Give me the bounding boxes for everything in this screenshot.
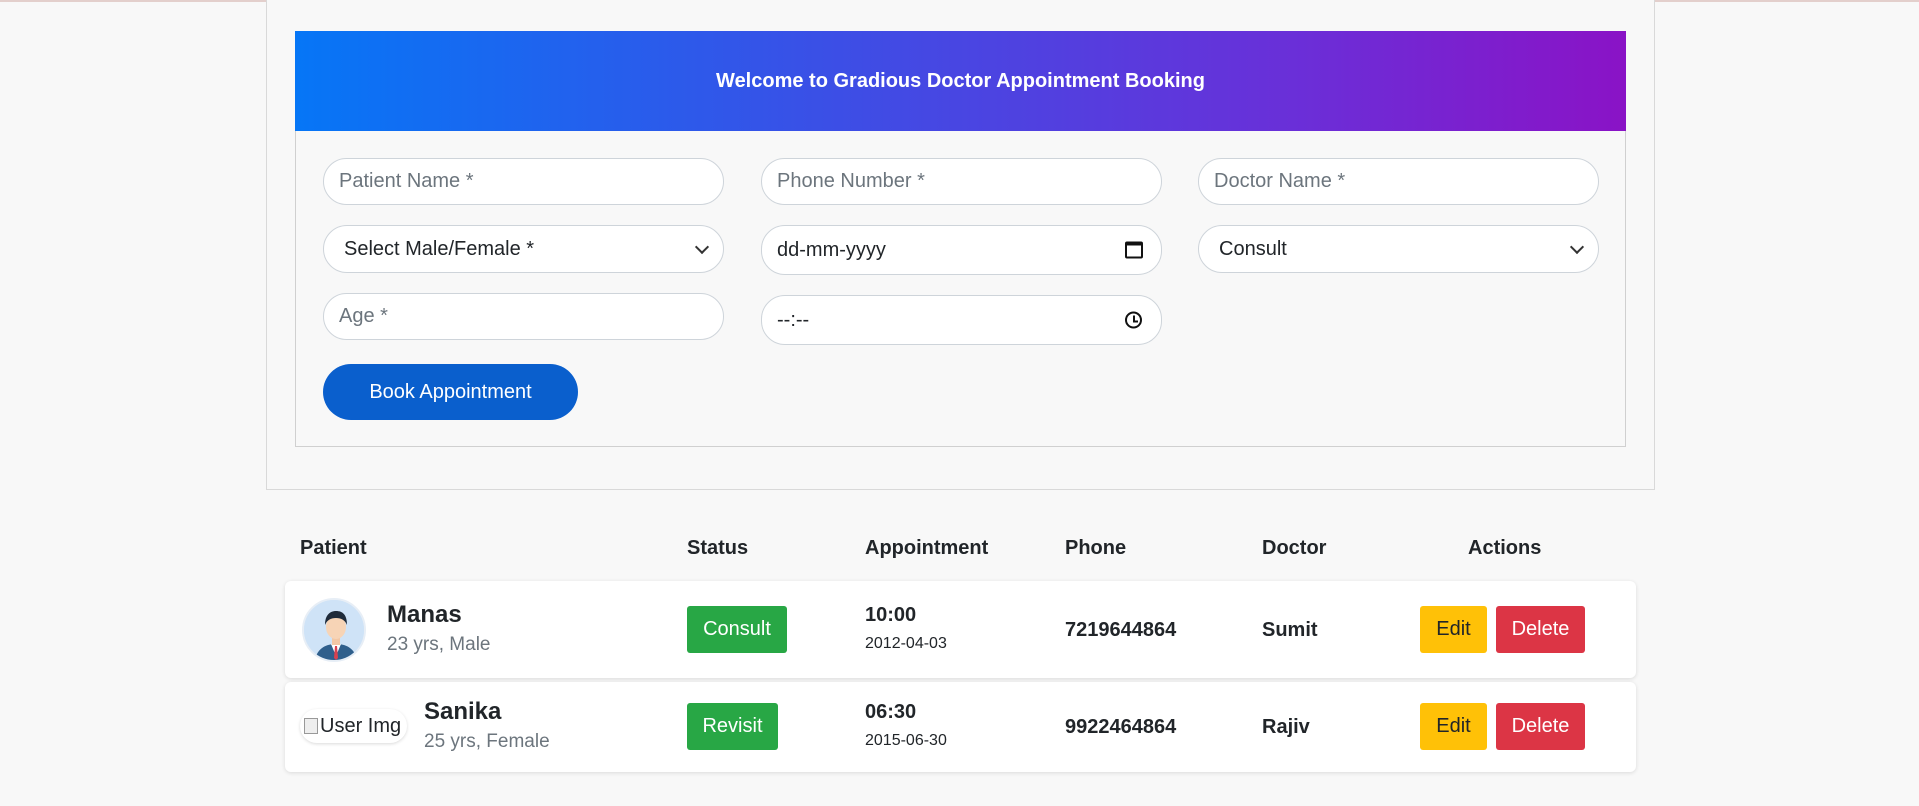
doctor-name: Sumit <box>1262 619 1318 641</box>
appointment-date: 2015-06-30 <box>865 732 947 749</box>
appointment-time-input[interactable]: --:-- <box>761 295 1162 345</box>
age-input[interactable]: Age * <box>323 293 724 340</box>
avatar: User Img <box>300 709 408 743</box>
patient-phone: 9922464864 <box>1065 716 1177 738</box>
patient-meta: 23 yrs, Male <box>387 634 491 655</box>
visit-type-select[interactable]: Consult <box>1198 225 1599 273</box>
chevron-down-icon <box>1569 239 1585 255</box>
patient-meta: 25 yrs, Female <box>424 731 550 752</box>
clock-icon[interactable] <box>1125 311 1142 329</box>
patient-name-input[interactable]: Patient Name * <box>323 158 724 205</box>
delete-button[interactable]: Delete <box>1496 606 1585 653</box>
column-header-doctor: Doctor <box>1262 537 1327 559</box>
edit-button[interactable]: Edit <box>1420 606 1487 653</box>
appointment-time: 10:00 <box>865 604 917 626</box>
column-header-appointment: Appointment <box>865 537 989 559</box>
edit-button[interactable]: Edit <box>1420 703 1487 750</box>
column-header-status: Status <box>687 537 749 559</box>
avatar <box>302 598 366 662</box>
patient-name: Manas <box>387 601 462 628</box>
status-badge: Revisit <box>687 703 778 750</box>
appointment-date: 2012-04-03 <box>865 635 947 652</box>
delete-button[interactable]: Delete <box>1496 703 1585 750</box>
broken-image-icon <box>304 718 318 734</box>
chevron-down-icon <box>694 239 710 255</box>
calendar-icon[interactable] <box>1125 241 1143 259</box>
status-badge: Consult <box>687 606 787 653</box>
doctor-name: Rajiv <box>1262 716 1310 738</box>
doctor-name-input[interactable]: Doctor Name * <box>1198 158 1599 205</box>
page-title-banner: Welcome to Gradious Doctor Appointment B… <box>295 31 1626 131</box>
book-appointment-button[interactable]: Book Appointment <box>323 364 578 420</box>
appointment-date-input[interactable]: dd-mm-yyyy <box>761 225 1162 275</box>
column-header-actions: Actions <box>1468 537 1542 559</box>
gender-select[interactable]: Select Male/Female * <box>323 225 724 273</box>
page-title: Welcome to Gradious Doctor Appointment B… <box>716 69 1205 92</box>
column-header-phone: Phone <box>1065 537 1127 559</box>
patient-phone: 7219644864 <box>1065 619 1177 641</box>
patient-name: Sanika <box>424 698 502 725</box>
column-header-patient: Patient <box>300 537 367 559</box>
appointment-time: 06:30 <box>865 701 917 723</box>
phone-number-input[interactable]: Phone Number * <box>761 158 1162 205</box>
